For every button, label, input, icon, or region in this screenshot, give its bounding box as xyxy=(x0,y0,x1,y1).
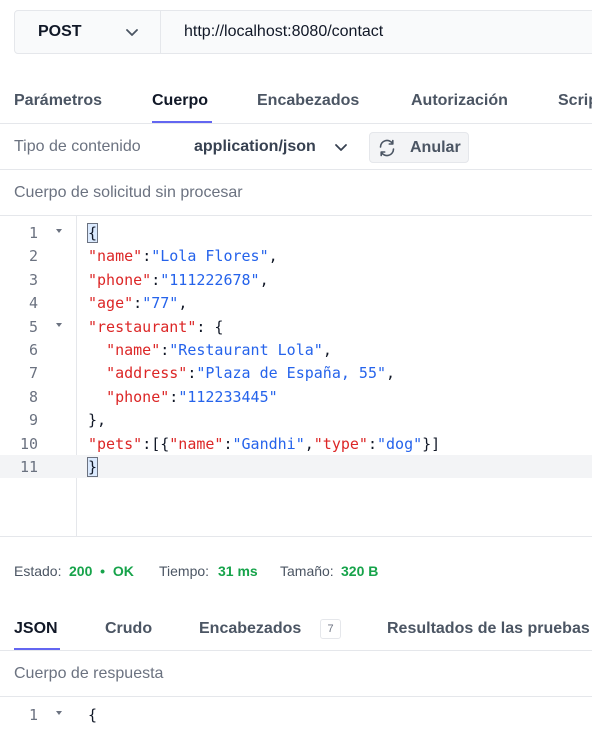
fold-toggle-icon[interactable] xyxy=(55,227,63,235)
method-label: POST xyxy=(38,23,82,40)
line-number: 6 xyxy=(28,341,38,359)
status-value: 200 • OK xyxy=(69,563,134,579)
request-body-editor[interactable]: 1 { 2 "name":"Lola Flores", 3 "phone":"1… xyxy=(0,216,592,537)
code-line: 8 "phone":"112233445" xyxy=(0,385,592,408)
size-label: Tamaño: xyxy=(280,563,334,579)
status-label: Estado: xyxy=(14,563,62,579)
line-number: 7 xyxy=(28,364,38,383)
fold-toggle-icon[interactable] xyxy=(55,321,63,329)
chevron-down-icon xyxy=(126,29,138,36)
override-label: Anular xyxy=(410,139,461,156)
line-number: 10 xyxy=(19,434,38,453)
content-type-label: Tipo de contenido xyxy=(14,138,141,155)
response-tabs: JSON Crudo Encabezados 7 Resultados de l… xyxy=(0,606,592,651)
request-tabs: Parámetros Cuerpo Encabezados Autorizaci… xyxy=(0,82,592,124)
line-number: 9 xyxy=(28,411,38,430)
code-line: 7 "address":"Plaza de España, 55", xyxy=(0,361,592,384)
tab-encabezados[interactable]: Encabezados xyxy=(257,92,359,110)
code-line: 9 }, xyxy=(0,408,592,431)
time-label: Tiempo: xyxy=(159,563,210,579)
refresh-icon xyxy=(379,139,395,157)
override-button[interactable]: Anular xyxy=(369,132,469,163)
content-type-select[interactable]: application/json xyxy=(194,138,316,156)
tab-cuerpo[interactable]: Cuerpo xyxy=(152,92,208,110)
response-body-header: Cuerpo de respuesta xyxy=(0,651,592,697)
content-type-row: Tipo de contenido application/json Anula… xyxy=(0,124,592,170)
code-line: 4 "age":"77", xyxy=(0,291,592,314)
tab-parametros[interactable]: Parámetros xyxy=(14,92,102,110)
code-line: 1 { xyxy=(0,221,592,244)
url-input[interactable]: http://localhost:8080/contact xyxy=(161,23,383,41)
size-value: 320 B xyxy=(341,563,379,579)
line-number: 5 xyxy=(28,317,38,336)
method-select[interactable]: POST xyxy=(15,11,161,53)
active-response-tab-indicator xyxy=(14,648,60,650)
code-line: 5 "restaurant": { xyxy=(0,315,592,338)
headers-count-badge: 7 xyxy=(320,619,341,639)
time-value: 31 ms xyxy=(218,563,258,579)
fold-toggle-icon[interactable] xyxy=(55,709,63,717)
tab-response-encabezados[interactable]: Encabezados xyxy=(199,620,301,638)
response-body-label: Cuerpo de respuesta xyxy=(14,665,164,682)
chevron-down-icon[interactable] xyxy=(334,140,348,154)
tab-autorizacion[interactable]: Autorización xyxy=(411,92,508,110)
tab-crudo[interactable]: Crudo xyxy=(105,620,152,638)
line-number: 11 xyxy=(19,458,38,476)
code-line: 6 "name":"Restaurant Lola", xyxy=(0,338,592,361)
tab-json[interactable]: JSON xyxy=(14,620,58,638)
code-line: 3 "phone":"111222678", xyxy=(0,268,592,291)
response-body-editor[interactable]: 1 { xyxy=(0,697,592,731)
request-url-bar: POST http://localhost:8080/contact xyxy=(14,10,592,54)
raw-body-header: Cuerpo de solicitud sin procesar xyxy=(0,170,592,216)
line-number: 4 xyxy=(28,294,38,313)
line-number: 1 xyxy=(28,706,38,724)
line-number: 3 xyxy=(28,270,38,289)
tab-resultados-pruebas[interactable]: Resultados de las pruebas xyxy=(387,620,590,638)
tab-scripts[interactable]: Scripts xyxy=(558,92,592,110)
line-number: 2 xyxy=(28,247,38,266)
active-tab-indicator xyxy=(152,121,212,123)
code-line: 2 "name":"Lola Flores", xyxy=(0,244,592,267)
code-line: 11 } xyxy=(0,455,592,479)
code-line: 1 { xyxy=(0,703,592,726)
code-line: 10 "pets":[{"name":"Gandhi","type":"dog"… xyxy=(0,432,592,455)
raw-body-label: Cuerpo de solicitud sin procesar xyxy=(14,184,243,201)
line-number: 1 xyxy=(28,224,38,242)
line-number: 8 xyxy=(28,387,38,406)
response-code: { xyxy=(88,706,98,724)
